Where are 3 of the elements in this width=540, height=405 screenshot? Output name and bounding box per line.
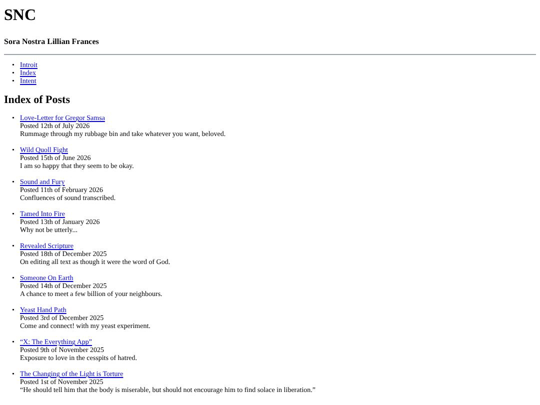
section-heading: Index of Posts	[4, 95, 70, 106]
site-subtitle: Sora Nostra Lillian Frances	[4, 38, 99, 46]
site-title: SNC	[4, 6, 36, 24]
